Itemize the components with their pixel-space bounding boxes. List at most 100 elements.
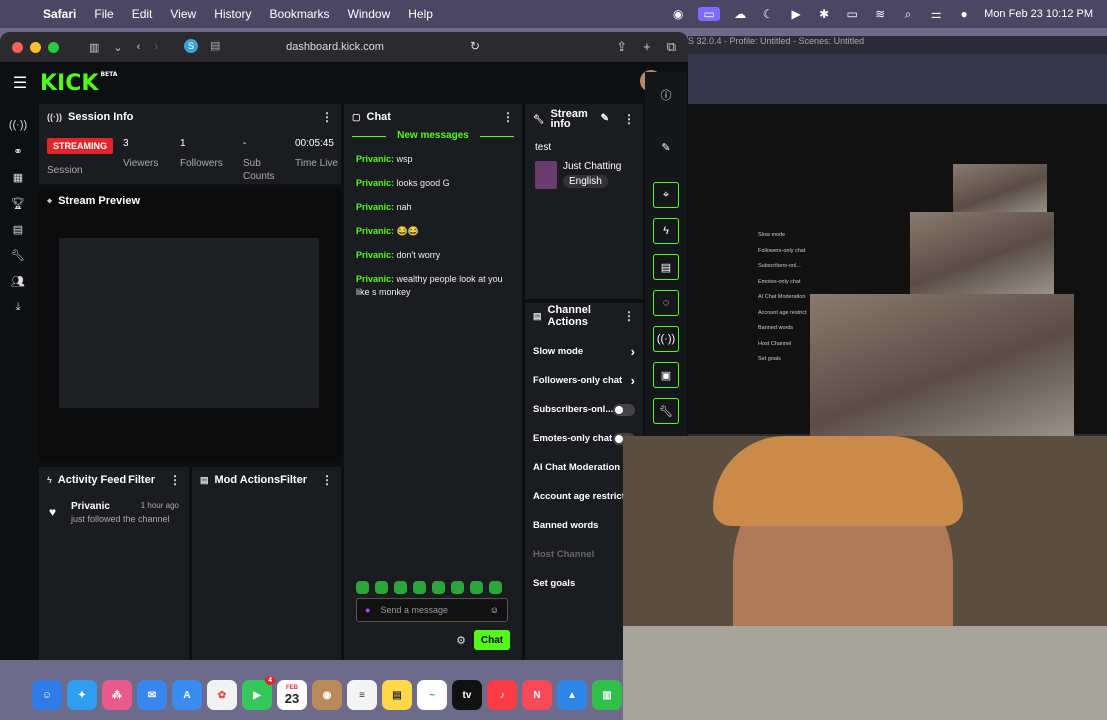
emote-icon[interactable] [432, 581, 445, 594]
menu-file[interactable]: File [85, 7, 122, 21]
apple-tv-icon[interactable]: tv [452, 680, 482, 710]
calendar-icon[interactable]: FEB 23 [277, 680, 307, 710]
more-icon[interactable]: ⋮ [502, 110, 514, 124]
emotes-only-action[interactable]: Emotes-only chat [533, 424, 635, 453]
ai-moderation-action[interactable]: AI Chat Moderation↗ [533, 453, 635, 482]
numbers-icon[interactable]: ▥ [592, 680, 622, 710]
new-messages-divider[interactable]: New messages [352, 130, 514, 141]
obs-status-icon[interactable]: ◉ [670, 7, 686, 21]
kick-logo[interactable]: KICK BETA [40, 71, 117, 96]
trophy-icon[interactable]: 🏆︎ [11, 190, 25, 216]
more-icon[interactable]: ⋮ [321, 110, 333, 124]
emote-icon[interactable] [470, 581, 483, 594]
menu-help[interactable]: Help [399, 7, 442, 21]
broadcast-icon[interactable]: ((·)) [9, 112, 27, 138]
wifi-icon[interactable]: ≋ [872, 7, 888, 21]
menu-bookmarks[interactable]: Bookmarks [261, 7, 339, 21]
finder-icon[interactable]: ☺ [32, 680, 62, 710]
slow-mode-action[interactable]: Slow mode › [533, 337, 635, 366]
emote-icon[interactable] [451, 581, 464, 594]
stream-preview-video[interactable] [59, 238, 319, 408]
chevron-down-icon[interactable]: ⌄ [113, 41, 122, 54]
emote-icon[interactable] [489, 581, 502, 594]
siri-icon[interactable]: ● [956, 7, 972, 21]
pencil-icon[interactable]: ✎ [653, 134, 679, 160]
address-bar[interactable]: S ▤ dashboard.kick.com ↻ [180, 37, 490, 57]
minimize-button[interactable] [30, 41, 41, 53]
launchpad-icon[interactable]: ⁂ [102, 680, 132, 710]
zoom-button[interactable] [48, 41, 59, 53]
followers-only-action[interactable]: Followers-only chat › [533, 366, 635, 395]
hamburger-icon[interactable]: ☰ [0, 73, 40, 93]
creative-cloud-icon[interactable]: ☁ [732, 7, 748, 21]
more-icon[interactable]: ⋮ [623, 113, 635, 125]
upload-icon[interactable]: ⤓ [16, 294, 21, 320]
close-button[interactable] [12, 41, 23, 53]
banned-words-action[interactable]: Banned words [533, 511, 635, 540]
menu-view[interactable]: View [161, 7, 205, 21]
mic-icon[interactable]: ● [365, 605, 370, 615]
photos-icon[interactable]: ✿ [207, 680, 237, 710]
more-icon[interactable]: ⋮ [169, 473, 181, 487]
menu-history[interactable]: History [205, 7, 260, 21]
link-icon[interactable]: ⚭ [13, 138, 22, 164]
menu-window[interactable]: Window [339, 7, 400, 21]
contacts-icon[interactable]: ◉ [312, 680, 342, 710]
app-store-icon[interactable]: A [172, 680, 202, 710]
battery-icon[interactable]: ▭ [844, 7, 860, 21]
account-age-action[interactable]: Account age restrictic [533, 482, 635, 511]
bluetooth-icon[interactable]: ✱ [816, 7, 832, 21]
emote-icon[interactable] [394, 581, 407, 594]
music-icon[interactable]: ♪ [487, 680, 517, 710]
set-goals-action[interactable]: Set goals [533, 569, 635, 598]
emoji-icon[interactable]: ☺ [490, 605, 499, 615]
emote-icon[interactable] [356, 581, 369, 594]
info-icon[interactable]: ⓘ [653, 82, 679, 108]
layout-icon[interactable]: ▣ [653, 362, 679, 388]
reminders-icon[interactable]: ≡ [347, 680, 377, 710]
analytics-icon[interactable]: ▦ [13, 164, 23, 190]
filter-button[interactable]: Filter [128, 474, 155, 486]
subscribers-only-action[interactable]: Subscribers-onl... [533, 395, 635, 424]
screenshot-icon[interactable]: ⌖ [653, 182, 679, 208]
reader-icon[interactable]: ▤ [210, 39, 220, 52]
subscribers-only-toggle[interactable] [613, 403, 635, 416]
control-center-icon[interactable]: ⚌ [928, 7, 944, 21]
chat-icon[interactable]: ◌ [653, 290, 679, 316]
edit-icon[interactable]: ✎ [601, 114, 609, 124]
facetime-icon[interactable]: ▶ 4 [242, 676, 275, 710]
reload-icon[interactable]: ↻ [470, 39, 480, 53]
freeform-icon[interactable]: ~ [417, 680, 447, 710]
wrench-icon[interactable]: 🔧︎ [11, 242, 25, 268]
share-icon[interactable]: ⇪ [616, 39, 627, 55]
menu-edit[interactable]: Edit [123, 7, 162, 21]
mail-icon[interactable]: ✉ [137, 680, 167, 710]
screen-share-icon[interactable]: ▭ [698, 7, 721, 21]
forward-icon[interactable]: › [154, 41, 158, 53]
emote-icon[interactable] [413, 581, 426, 594]
broadcast-icon[interactable]: ((·)) [653, 326, 679, 352]
chat-send-button[interactable]: Chat [474, 630, 510, 650]
news-icon[interactable]: N [522, 680, 552, 710]
host-channel-action[interactable]: Host Channel [533, 540, 635, 569]
sidebar-toggle-icon[interactable]: ▥ [89, 41, 99, 54]
film-icon[interactable]: ▤ [13, 216, 23, 242]
keynote-icon[interactable]: ▲ [557, 680, 587, 710]
wrench-icon[interactable]: 🔧︎ [653, 398, 679, 424]
more-icon[interactable]: ⋮ [623, 309, 635, 323]
bolt-icon[interactable]: ϟ [653, 218, 679, 244]
notes-icon[interactable]: ▤ [382, 680, 412, 710]
filter-button[interactable]: Filter [280, 474, 307, 486]
emote-icon[interactable] [375, 581, 388, 594]
gear-icon[interactable]: ⚙ [456, 634, 466, 647]
moon-icon[interactable]: ☾ [760, 7, 776, 21]
play-icon[interactable]: ▶ [788, 7, 804, 21]
chat-input[interactable]: ● Send a message ☺ [356, 598, 508, 622]
menu-datetime[interactable]: Mon Feb 23 10:12 PM [984, 8, 1093, 20]
safari-icon[interactable]: ✦ [67, 680, 97, 710]
more-icon[interactable]: ⋮ [321, 473, 333, 487]
new-tab-icon[interactable]: + [643, 39, 651, 55]
tab-overview-icon[interactable]: ⧉ [667, 39, 676, 55]
search-icon[interactable]: ⌕ [900, 7, 916, 21]
users-icon[interactable]: 👥︎ [11, 268, 25, 294]
